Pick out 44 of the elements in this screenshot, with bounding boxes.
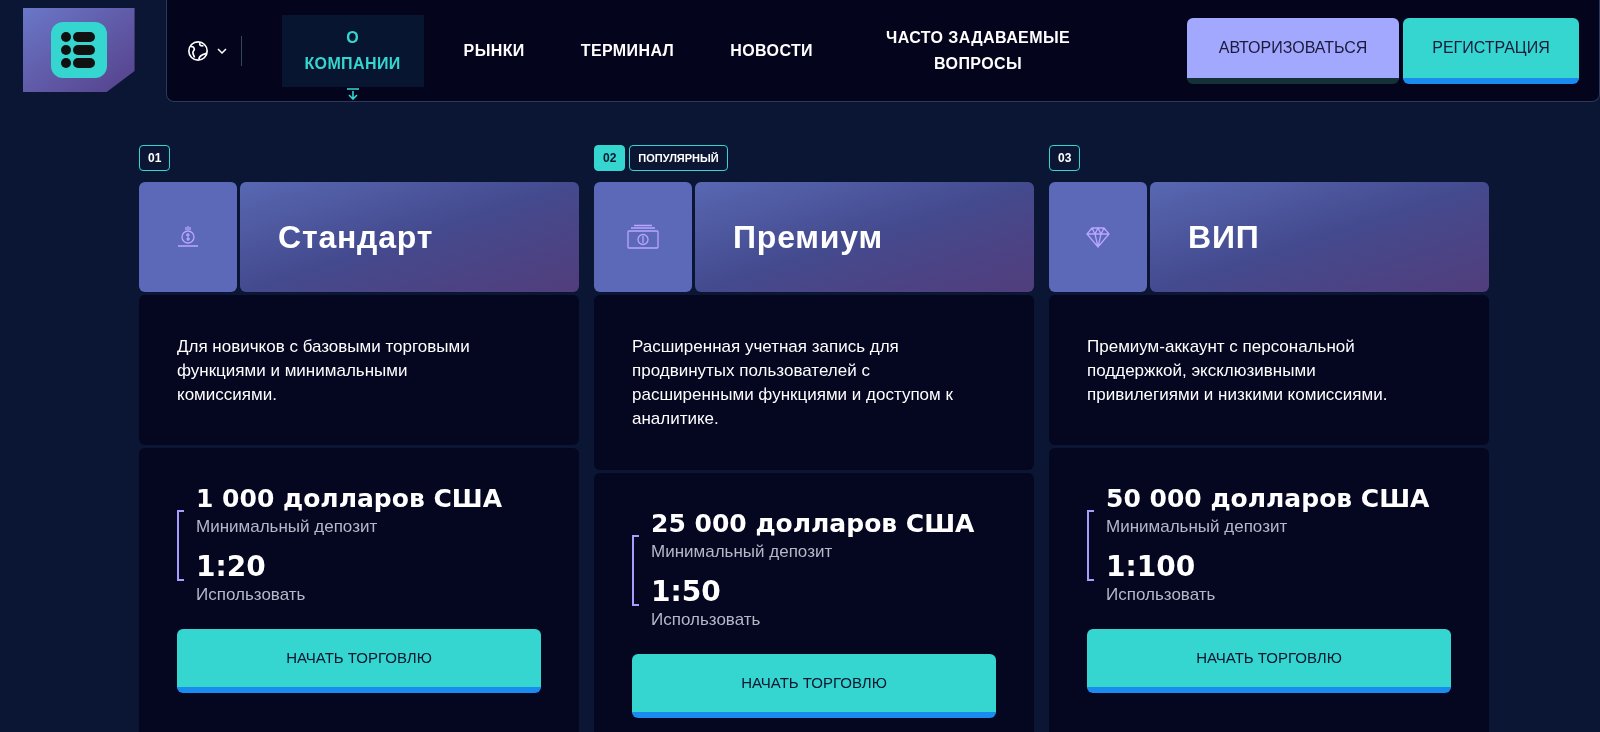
bracket-line	[1087, 510, 1094, 581]
arrow-down-icon	[345, 87, 360, 100]
plan-number: 02	[594, 145, 626, 171]
deposit-label: Минимальный депозит	[651, 541, 834, 563]
banknote-icon	[626, 224, 660, 250]
globe-icon	[186, 39, 209, 62]
bracket-line	[632, 535, 639, 606]
plan-number: 01	[139, 145, 171, 171]
coin-icon	[175, 224, 201, 250]
start-trading-button[interactable]: НАЧАТЬ ТОРГОВЛЮ	[1087, 629, 1451, 693]
leverage-label: Использовать	[1106, 583, 1217, 606]
plan-description: Для новичков с базовыми торговыми функциями и минимальными комиссиями.	[177, 336, 471, 406]
chevron-down-icon	[216, 47, 227, 54]
logo-tile[interactable]	[23, 8, 135, 92]
deposit-label: Минимальный депозит	[196, 516, 379, 538]
leverage-value: 1:20	[196, 551, 267, 582]
nav-tab[interactable]: НОВОСТИ	[714, 14, 830, 87]
leverage-value: 1:50	[651, 576, 722, 607]
nav-tab[interactable]: ЧАСТО ЗАДАВАЕМЫЕ ВОПРОСЫ	[853, 14, 1104, 87]
logo-icon	[50, 22, 107, 78]
plan-title: ВИП	[1188, 218, 1260, 257]
popular-badge: ПОПУЛЯРНЫЙ	[629, 145, 728, 171]
plan-description: Премиум-аккаунт с персональной поддержкой, эксклюзивными привилегиями и низкими комиссиями.	[1087, 336, 1389, 406]
deposit-amount: 50 000 долларов США	[1106, 484, 1430, 514]
nav-tab[interactable]: О КОМПАНИИ	[281, 14, 424, 87]
diamond-icon	[1085, 225, 1111, 249]
nav-tab[interactable]: ТЕРМИНАЛ	[564, 14, 691, 87]
deposit-amount: 1 000 долларов США	[196, 484, 503, 514]
start-trading-button[interactable]: НАЧАТЬ ТОРГОВЛЮ	[177, 629, 541, 693]
nav-tab[interactable]: РЫНКИ	[447, 14, 541, 87]
plan-description: Расширенная учетная запись для продвинутых пользователей с расширенными функциями и доступом к аналитике.	[632, 336, 954, 430]
plan-number: 03	[1049, 145, 1081, 171]
leverage-label: Использовать	[196, 583, 307, 606]
start-trading-button[interactable]: НАЧАТЬ ТОРГОВЛЮ	[632, 654, 996, 718]
plan-title: Премиум	[733, 218, 883, 257]
login-button[interactable]: АВТОРИЗОВАТЬСЯ	[1187, 17, 1399, 84]
deposit-amount: 25 000 долларов США	[651, 509, 975, 539]
language-selector[interactable]	[186, 39, 227, 62]
leverage-label: Использовать	[651, 608, 762, 631]
leverage-value: 1:100	[1106, 551, 1197, 582]
register-button[interactable]: РЕГИСТРАЦИЯ	[1403, 17, 1579, 84]
bracket-line	[177, 510, 184, 581]
plan-title: Стандарт	[278, 218, 434, 257]
deposit-label: Минимальный депозит	[1106, 516, 1289, 538]
